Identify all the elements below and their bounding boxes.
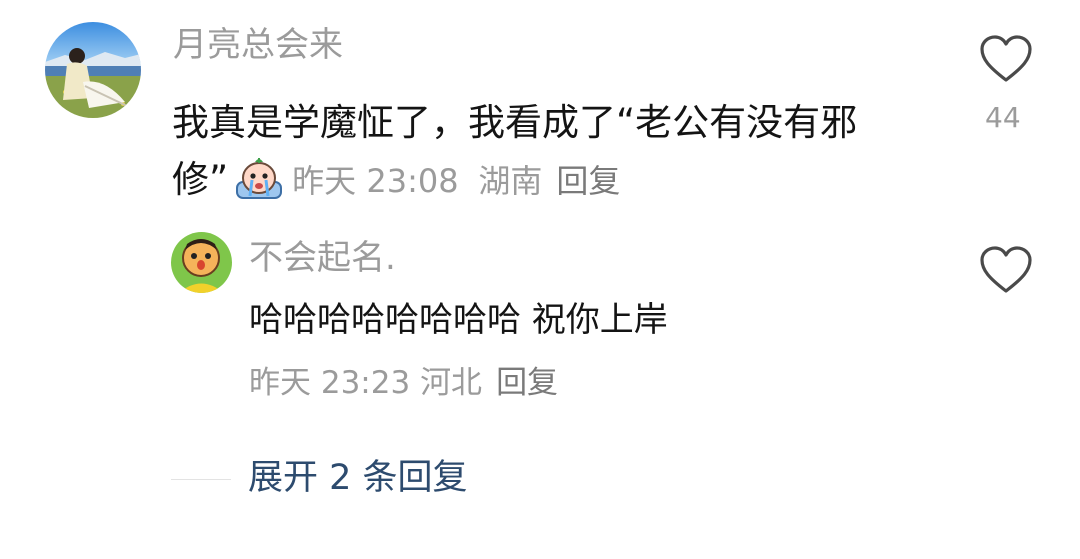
comment-location-2: 河北 [420,365,483,401]
crying-sticker-icon [236,158,283,199]
heart-icon [980,35,1032,82]
comment-text-1[interactable]: 我真是学魔怔了，我看成了“老公有没有邪修” 昨天 23:08 湖南 回复 [172,94,912,210]
divider [171,479,231,480]
comment-text-2[interactable]: 哈哈哈哈哈哈哈哈 祝你上岸 [249,303,668,337]
comment-time-1: 昨天 23:08 [292,162,459,200]
avatar-photo-icon [45,22,141,118]
comment-meta-2: 昨天 23:23 河北 回复 [249,368,558,399]
comment-thread: 月亮总会来 我真是学魔怔了，我看成了“老公有没有邪修” 昨天 23:08 湖南回… [0,0,1080,559]
comment-time-2: 昨天 23:23 [249,365,411,401]
like-button-2[interactable] [979,245,1033,295]
user-avatar-2[interactable] [171,232,232,293]
username-1[interactable]: 月亮总会来 [173,28,343,62]
like-count-1: 44 [985,101,1021,134]
reply-button-2[interactable]: 回复 [496,365,558,401]
expand-replies-button[interactable]: 展开 2 条回复 [248,461,468,496]
cartoon-avatar-icon [171,232,232,293]
heart-icon [980,246,1032,293]
like-button-1[interactable] [979,34,1033,84]
username-2[interactable]: 不会起名. [249,241,396,275]
user-avatar-1[interactable] [45,22,141,118]
reply-button-1[interactable]: 回复 [556,162,620,200]
comment-location-1: 湖南 [478,162,543,200]
